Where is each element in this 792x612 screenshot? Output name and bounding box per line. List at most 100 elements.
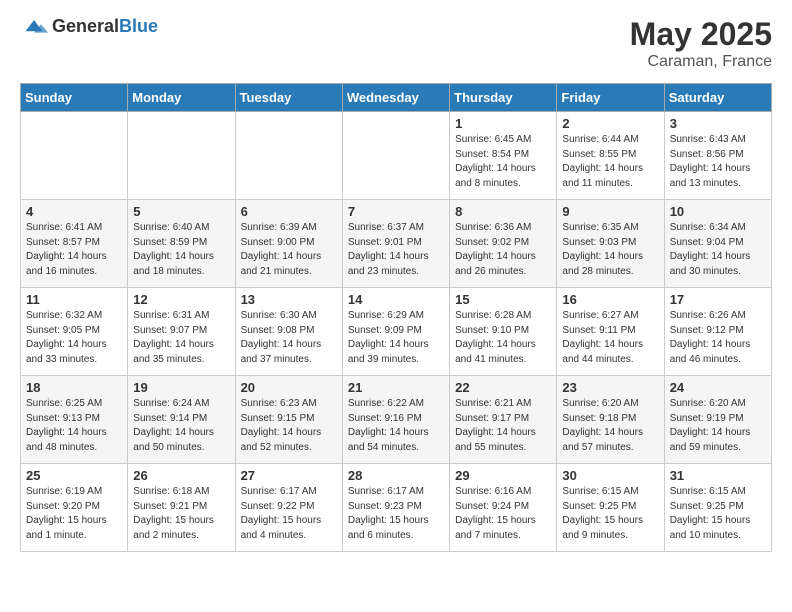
weekday-header-wednesday: Wednesday xyxy=(342,84,449,112)
day-info: Sunrise: 6:23 AMSunset: 9:15 PMDaylight:… xyxy=(241,397,337,455)
calendar-cell: 4 Sunrise: 6:41 AMSunset: 8:57 PMDaylight… xyxy=(21,200,128,288)
calendar-table: SundayMondayTuesdayWednesdayThursdayFrid… xyxy=(20,83,772,552)
calendar-cell: 14 Sunrise: 6:29 AMSunset: 9:09 PMDayligh… xyxy=(342,288,449,376)
calendar-week-4: 25 Sunrise: 6:19 AMSunset: 9:20 PMDayligh… xyxy=(21,464,772,552)
calendar-cell: 29 Sunrise: 6:16 AMSunset: 9:24 PMDayligh… xyxy=(450,464,557,552)
calendar-cell: 18 Sunrise: 6:25 AMSunset: 9:13 PMDayligh… xyxy=(21,376,128,464)
day-number: 10 xyxy=(670,204,766,219)
calendar-cell: 28Sunrise: 6:17 AMSunset: 9:23 PMDayligh… xyxy=(342,464,449,552)
day-number: 23 xyxy=(562,380,658,395)
calendar-cell: 26 Sunrise: 6:18 AMSunset: 9:21 PMDayligh… xyxy=(128,464,235,552)
day-info: Sunrise: 6:26 AMSunset: 9:12 PMDaylight:… xyxy=(670,309,766,367)
day-number: 22 xyxy=(455,380,551,395)
day-number: 16 xyxy=(562,292,658,307)
day-info: Sunrise: 6:27 AMSunset: 9:11 PMDaylight:… xyxy=(562,309,658,367)
day-number: 25 xyxy=(26,468,122,483)
day-info: Sunrise: 6:15 AMSunset: 9:25 PMDaylight:… xyxy=(670,485,766,543)
day-number: 15 xyxy=(455,292,551,307)
calendar-week-0: 1 Sunrise: 6:45 AMSunset: 8:54 PMDaylight… xyxy=(21,112,772,200)
calendar-cell xyxy=(342,112,449,200)
day-number: 30 xyxy=(562,468,658,483)
calendar-cell: 6Sunrise: 6:39 AMSunset: 9:00 PMDaylight… xyxy=(235,200,342,288)
day-number: 13 xyxy=(241,292,337,307)
day-info: Sunrise: 6:43 AMSunset: 8:56 PMDaylight:… xyxy=(670,133,766,191)
day-info: Sunrise: 6:41 AMSunset: 8:57 PMDaylight:… xyxy=(26,221,122,279)
calendar-cell: 17 Sunrise: 6:26 AMSunset: 9:12 PMDayligh… xyxy=(664,288,771,376)
day-number: 5 xyxy=(133,204,229,219)
day-number: 11 xyxy=(26,292,122,307)
day-info: Sunrise: 6:36 AMSunset: 9:02 PMDaylight:… xyxy=(455,221,551,279)
day-info: Sunrise: 6:45 AMSunset: 8:54 PMDaylight:… xyxy=(455,133,551,191)
day-number: 14 xyxy=(348,292,444,307)
day-info: Sunrise: 6:29 AMSunset: 9:09 PMDaylight:… xyxy=(348,309,444,367)
day-number: 9 xyxy=(562,204,658,219)
calendar-week-2: 11Sunrise: 6:32 AMSunset: 9:05 PMDayligh… xyxy=(21,288,772,376)
calendar-cell: 22 Sunrise: 6:21 AMSunset: 9:17 PMDayligh… xyxy=(450,376,557,464)
calendar-cell: 9 Sunrise: 6:35 AMSunset: 9:03 PMDaylight… xyxy=(557,200,664,288)
day-number: 17 xyxy=(670,292,766,307)
month-year: May 2025 xyxy=(630,16,772,53)
day-number: 4 xyxy=(26,204,122,219)
calendar-cell: 21 Sunrise: 6:22 AMSunset: 9:16 PMDayligh… xyxy=(342,376,449,464)
day-info: Sunrise: 6:35 AMSunset: 9:03 PMDaylight:… xyxy=(562,221,658,279)
title-block: May 2025 Caraman, France xyxy=(630,16,772,71)
calendar-cell xyxy=(21,112,128,200)
calendar-header: SundayMondayTuesdayWednesdayThursdayFrid… xyxy=(21,84,772,112)
weekday-header-friday: Friday xyxy=(557,84,664,112)
day-number: 1 xyxy=(455,116,551,131)
day-number: 3 xyxy=(670,116,766,131)
calendar-cell xyxy=(128,112,235,200)
calendar-cell: 15 Sunrise: 6:28 AMSunset: 9:10 PMDayligh… xyxy=(450,288,557,376)
day-info: Sunrise: 6:15 AMSunset: 9:25 PMDaylight:… xyxy=(562,485,658,543)
calendar-cell: 31Sunrise: 6:15 AMSunset: 9:25 PMDayligh… xyxy=(664,464,771,552)
day-number: 27 xyxy=(241,468,337,483)
weekday-header-tuesday: Tuesday xyxy=(235,84,342,112)
calendar-cell: 3 Sunrise: 6:43 AMSunset: 8:56 PMDaylight… xyxy=(664,112,771,200)
calendar-cell: 23 Sunrise: 6:20 AMSunset: 9:18 PMDayligh… xyxy=(557,376,664,464)
day-number: 21 xyxy=(348,380,444,395)
calendar-cell: 24Sunrise: 6:20 AMSunset: 9:19 PMDayligh… xyxy=(664,376,771,464)
calendar-cell: 2Sunrise: 6:44 AMSunset: 8:55 PMDaylight… xyxy=(557,112,664,200)
day-info: Sunrise: 6:37 AMSunset: 9:01 PMDaylight:… xyxy=(348,221,444,279)
calendar-cell: 5Sunrise: 6:40 AMSunset: 8:59 PMDaylight… xyxy=(128,200,235,288)
page-header: GeneralBlue May 2025 Caraman, France xyxy=(20,16,772,71)
day-number: 20 xyxy=(241,380,337,395)
day-info: Sunrise: 6:16 AMSunset: 9:24 PMDaylight:… xyxy=(455,485,551,543)
weekday-header-row: SundayMondayTuesdayWednesdayThursdayFrid… xyxy=(21,84,772,112)
day-info: Sunrise: 6:17 AMSunset: 9:22 PMDaylight:… xyxy=(241,485,337,543)
day-info: Sunrise: 6:18 AMSunset: 9:21 PMDaylight:… xyxy=(133,485,229,543)
day-number: 29 xyxy=(455,468,551,483)
day-number: 12 xyxy=(133,292,229,307)
day-number: 7 xyxy=(348,204,444,219)
day-info: Sunrise: 6:19 AMSunset: 9:20 PMDaylight:… xyxy=(26,485,122,543)
day-info: Sunrise: 6:22 AMSunset: 9:16 PMDaylight:… xyxy=(348,397,444,455)
day-info: Sunrise: 6:25 AMSunset: 9:13 PMDaylight:… xyxy=(26,397,122,455)
day-number: 2 xyxy=(562,116,658,131)
day-info: Sunrise: 6:20 AMSunset: 9:18 PMDaylight:… xyxy=(562,397,658,455)
weekday-header-thursday: Thursday xyxy=(450,84,557,112)
logo: GeneralBlue xyxy=(20,16,158,37)
weekday-header-sunday: Sunday xyxy=(21,84,128,112)
day-info: Sunrise: 6:39 AMSunset: 9:00 PMDaylight:… xyxy=(241,221,337,279)
calendar-cell: 7 Sunrise: 6:37 AMSunset: 9:01 PMDaylight… xyxy=(342,200,449,288)
day-number: 26 xyxy=(133,468,229,483)
calendar-cell: 19Sunrise: 6:24 AMSunset: 9:14 PMDayligh… xyxy=(128,376,235,464)
calendar-cell: 30 Sunrise: 6:15 AMSunset: 9:25 PMDayligh… xyxy=(557,464,664,552)
calendar-week-3: 18 Sunrise: 6:25 AMSunset: 9:13 PMDayligh… xyxy=(21,376,772,464)
day-info: Sunrise: 6:17 AMSunset: 9:23 PMDaylight:… xyxy=(348,485,444,543)
day-number: 8 xyxy=(455,204,551,219)
calendar-cell: 20 Sunrise: 6:23 AMSunset: 9:15 PMDayligh… xyxy=(235,376,342,464)
day-info: Sunrise: 6:31 AMSunset: 9:07 PMDaylight:… xyxy=(133,309,229,367)
day-info: Sunrise: 6:21 AMSunset: 9:17 PMDaylight:… xyxy=(455,397,551,455)
day-number: 24 xyxy=(670,380,766,395)
day-info: Sunrise: 6:28 AMSunset: 9:10 PMDaylight:… xyxy=(455,309,551,367)
day-number: 18 xyxy=(26,380,122,395)
location: Caraman, France xyxy=(630,53,772,71)
calendar-cell: 16 Sunrise: 6:27 AMSunset: 9:11 PMDayligh… xyxy=(557,288,664,376)
weekday-header-monday: Monday xyxy=(128,84,235,112)
calendar-cell: 13Sunrise: 6:30 AMSunset: 9:08 PMDayligh… xyxy=(235,288,342,376)
calendar-cell: 27 Sunrise: 6:17 AMSunset: 9:22 PMDayligh… xyxy=(235,464,342,552)
day-info: Sunrise: 6:34 AMSunset: 9:04 PMDaylight:… xyxy=(670,221,766,279)
calendar-cell: 10 Sunrise: 6:34 AMSunset: 9:04 PMDayligh… xyxy=(664,200,771,288)
day-info: Sunrise: 6:24 AMSunset: 9:14 PMDaylight:… xyxy=(133,397,229,455)
